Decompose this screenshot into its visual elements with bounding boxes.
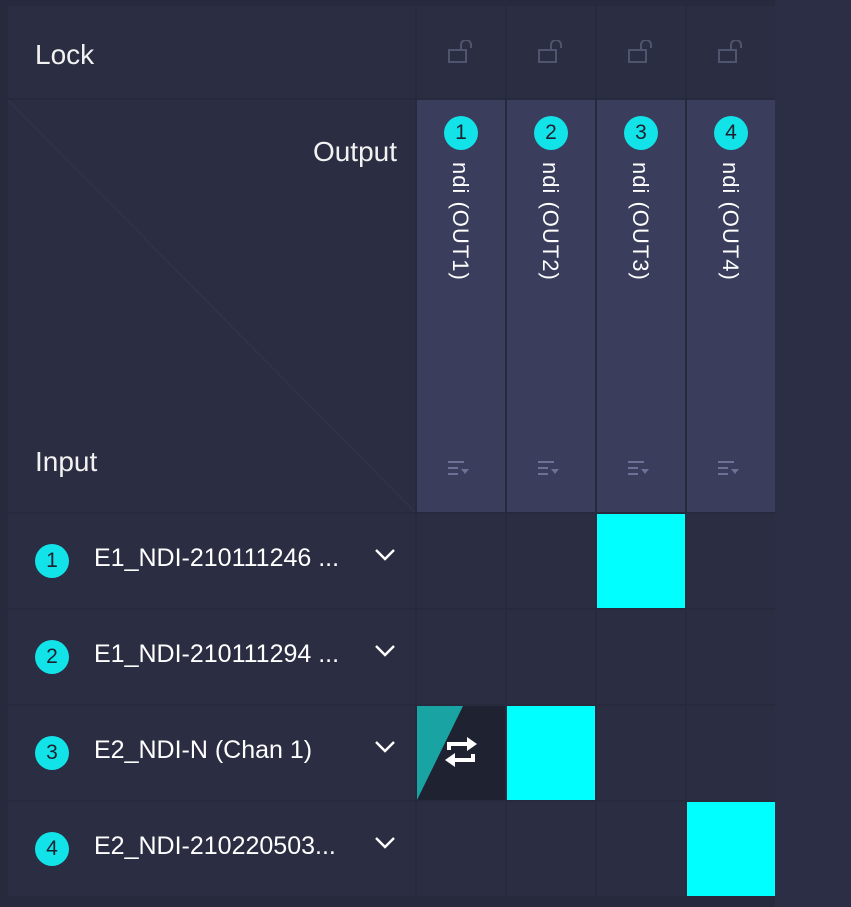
crosspoint-in2-out4[interactable] — [687, 610, 775, 704]
input-row-4[interactable]: 4 E2_NDI-210220503... — [8, 802, 415, 896]
list-filter-icon[interactable] — [448, 460, 470, 478]
output-name: ndi (OUT2) — [538, 162, 563, 281]
input-row-3[interactable]: 3 E2_NDI-N (Chan 1) — [8, 706, 415, 800]
output-header-1: 1 ndi (OUT1) — [417, 100, 505, 512]
crosspoint-in3-out4[interactable] — [687, 706, 775, 800]
input-number-badge: 1 — [35, 544, 69, 578]
crosspoint-in3-out2[interactable] — [507, 706, 595, 800]
output-number-badge: 4 — [714, 116, 748, 150]
list-filter-icon[interactable] — [538, 460, 560, 478]
lock-row-header: Lock — [8, 6, 415, 98]
crosspoint-in3-out1[interactable] — [417, 706, 505, 800]
output-header-4: 4 ndi (OUT4) — [687, 100, 775, 512]
input-name: E2_NDI-210220503... — [94, 832, 336, 860]
output-number-badge: 2 — [534, 116, 568, 150]
output-header-3: 3 ndi (OUT3) — [597, 100, 685, 512]
crosspoint-in4-out2[interactable] — [507, 802, 595, 896]
right-panel-edge — [775, 0, 851, 907]
input-number-badge: 3 — [35, 736, 69, 770]
crosspoint-in4-out3[interactable] — [597, 802, 685, 896]
output-axis-label: Output — [312, 136, 397, 167]
input-number-badge: 2 — [35, 640, 69, 674]
crosspoint-in2-out2[interactable] — [507, 610, 595, 704]
lock-toggle-out3[interactable] — [597, 6, 685, 98]
lock-toggle-out1[interactable] — [417, 6, 505, 98]
chevron-down-icon[interactable] — [374, 740, 396, 754]
matrix-corner-header: Output Input — [8, 100, 415, 512]
input-row-2[interactable]: 2 E1_NDI-210111294 ... — [8, 610, 415, 704]
input-number-badge: 4 — [35, 832, 69, 866]
list-filter-icon[interactable] — [718, 460, 740, 478]
lock-toggle-out2[interactable] — [507, 6, 595, 98]
input-name: E2_NDI-N (Chan 1) — [94, 736, 313, 764]
output-number-badge: 3 — [624, 116, 658, 150]
output-name: ndi (OUT3) — [628, 162, 653, 281]
chevron-down-icon[interactable] — [374, 548, 396, 562]
output-number-badge: 1 — [444, 116, 478, 150]
unlock-icon — [448, 40, 472, 63]
crosspoint-in1-out4[interactable] — [687, 514, 775, 608]
crosspoint-in2-out3[interactable] — [597, 610, 685, 704]
output-name: ndi (OUT4) — [718, 162, 743, 281]
swap-icon — [445, 737, 477, 767]
routing-matrix: Lock Output Input 1 ndi (OUT1) 2 ndi (OU… — [8, 6, 775, 901]
input-name: E1_NDI-210111294 ... — [94, 640, 340, 668]
chevron-down-icon[interactable] — [374, 836, 396, 850]
output-header-2: 2 ndi (OUT2) — [507, 100, 595, 512]
lock-label: Lock — [35, 39, 95, 70]
chevron-down-icon[interactable] — [374, 644, 396, 658]
unlock-icon — [538, 40, 562, 63]
input-row-1[interactable]: 1 E1_NDI-210111246 ... — [8, 514, 415, 608]
crosspoint-in3-out3[interactable] — [597, 706, 685, 800]
input-name: E1_NDI-210111246 ... — [94, 544, 340, 572]
list-filter-icon[interactable] — [628, 460, 650, 478]
unlock-icon — [628, 40, 652, 63]
crosspoint-in1-out2[interactable] — [507, 514, 595, 608]
crosspoint-in4-out1[interactable] — [417, 802, 505, 896]
crosspoint-in4-out4[interactable] — [687, 802, 775, 896]
crosspoint-in1-out1[interactable] — [417, 514, 505, 608]
crosspoint-in2-out1[interactable] — [417, 610, 505, 704]
output-name: ndi (OUT1) — [448, 162, 473, 281]
crosspoint-in1-out3[interactable] — [597, 514, 685, 608]
input-axis-label: Input — [35, 446, 98, 477]
unlock-icon — [718, 40, 742, 63]
lock-toggle-out4[interactable] — [687, 6, 775, 98]
